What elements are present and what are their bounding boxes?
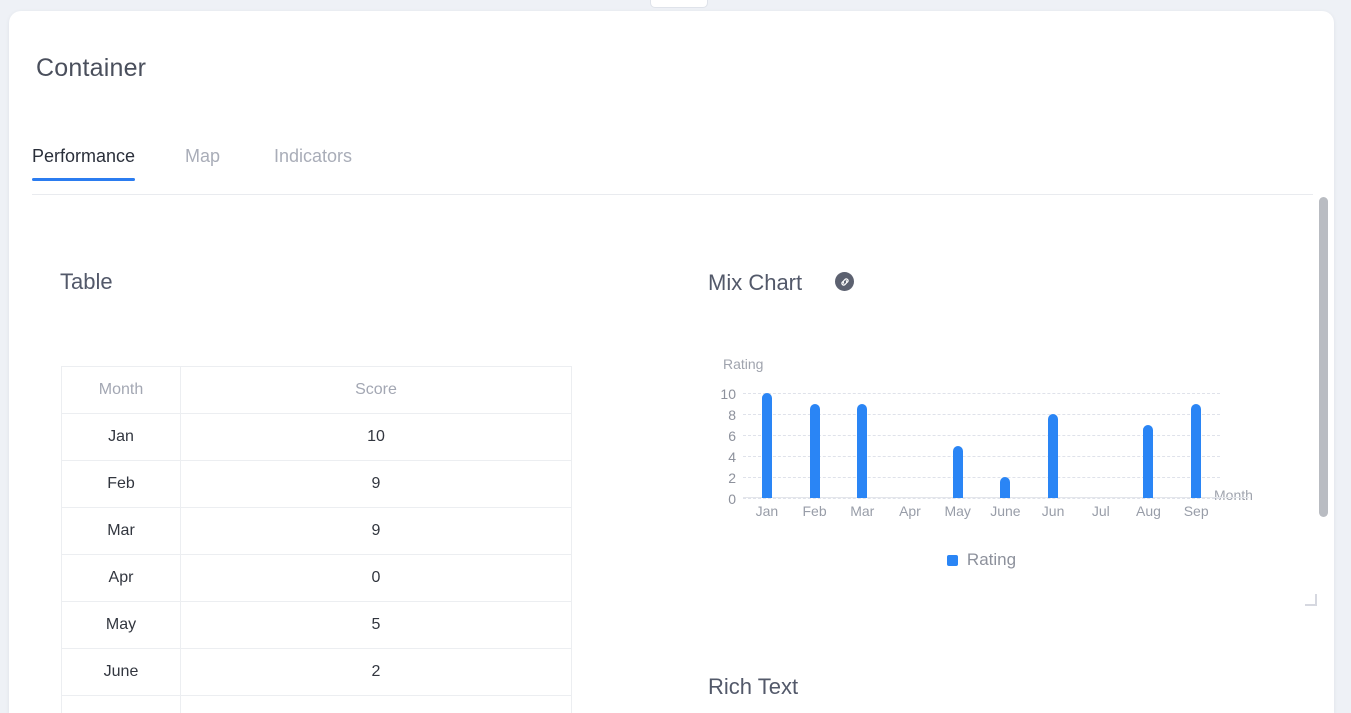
table-row[interactable]: May 5 bbox=[62, 602, 572, 649]
cell-score: 9 bbox=[181, 461, 572, 508]
bar[interactable] bbox=[1191, 404, 1201, 499]
cell-month: Jan bbox=[62, 414, 181, 461]
table-row[interactable]: Jan 10 bbox=[62, 414, 572, 461]
chart-legend[interactable]: Rating bbox=[709, 550, 1254, 570]
page-title: Container bbox=[36, 54, 146, 83]
cell-score: 2 bbox=[181, 649, 572, 696]
bar-column[interactable] bbox=[886, 393, 934, 498]
table-header-row: Month Score bbox=[62, 367, 572, 414]
column-header-score: Score bbox=[181, 367, 572, 414]
bar-column[interactable] bbox=[1077, 393, 1125, 498]
tab-bar: Performance Map Indicators bbox=[9, 146, 1313, 195]
y-axis-title: Rating bbox=[723, 356, 763, 372]
table-widget-title: Table bbox=[60, 269, 113, 295]
tab-performance[interactable]: Performance bbox=[32, 146, 135, 181]
bar[interactable] bbox=[1000, 477, 1010, 498]
cell-score bbox=[181, 696, 572, 713]
y-axis-tick-label: 0 bbox=[728, 491, 736, 507]
tab-map[interactable]: Map bbox=[185, 146, 220, 181]
bar[interactable] bbox=[810, 404, 820, 499]
tab-indicators[interactable]: Indicators bbox=[274, 146, 352, 181]
cell-month: Mar bbox=[62, 508, 181, 555]
bar[interactable] bbox=[762, 393, 772, 498]
table-body: Jan 10 Feb 9 Mar 9 Apr 0 May 5 bbox=[62, 414, 572, 713]
cell-month bbox=[62, 696, 181, 713]
richtext-widget-title: Rich Text bbox=[708, 674, 798, 700]
x-axis-tick-label: Jan bbox=[743, 503, 791, 519]
table-row[interactable]: June 2 bbox=[62, 649, 572, 696]
bar[interactable] bbox=[1143, 425, 1153, 499]
x-axis-tick-label: Feb bbox=[791, 503, 839, 519]
y-axis-tick-label: 2 bbox=[728, 470, 736, 486]
cell-month: Feb bbox=[62, 461, 181, 508]
bar[interactable] bbox=[857, 404, 867, 499]
y-axis-tick-label: 8 bbox=[728, 407, 736, 423]
vertical-scrollbar[interactable] bbox=[1319, 189, 1329, 711]
x-axis-tick-label: Sep bbox=[1172, 503, 1220, 519]
gridline: 0 bbox=[743, 498, 1220, 499]
link-icon[interactable] bbox=[835, 272, 854, 291]
y-axis-tick-label: 6 bbox=[728, 428, 736, 444]
legend-swatch-rating bbox=[947, 555, 958, 566]
bar[interactable] bbox=[1048, 414, 1058, 498]
x-axis-tick-label: Aug bbox=[1125, 503, 1173, 519]
table-row[interactable]: Feb 9 bbox=[62, 461, 572, 508]
resize-handle[interactable] bbox=[1305, 594, 1317, 606]
bar-column[interactable] bbox=[838, 393, 886, 498]
cell-month: June bbox=[62, 649, 181, 696]
plot-area: 1086420 bbox=[743, 393, 1220, 498]
x-axis-tick-label: June bbox=[982, 503, 1030, 519]
bar-column[interactable] bbox=[1125, 393, 1173, 498]
scrollbar-thumb[interactable] bbox=[1319, 197, 1328, 517]
mix-chart: Rating Month 1086420 JanFebMarAprMayJune… bbox=[709, 356, 1269, 581]
cell-month: Apr bbox=[62, 555, 181, 602]
column-header-month: Month bbox=[62, 367, 181, 414]
x-axis-tick-labels: JanFebMarAprMayJuneJunJulAugSep bbox=[743, 503, 1220, 519]
cell-score: 10 bbox=[181, 414, 572, 461]
bar-column[interactable] bbox=[1029, 393, 1077, 498]
top-clipped-pill[interactable] bbox=[650, 0, 708, 8]
bar-column[interactable] bbox=[982, 393, 1030, 498]
cell-score: 9 bbox=[181, 508, 572, 555]
bar-column[interactable] bbox=[934, 393, 982, 498]
cell-score: 5 bbox=[181, 602, 572, 649]
x-axis-tick-label: May bbox=[934, 503, 982, 519]
bar[interactable] bbox=[953, 446, 963, 499]
x-axis-tick-label: Jul bbox=[1077, 503, 1125, 519]
cell-month: May bbox=[62, 602, 181, 649]
chart-widget-title: Mix Chart bbox=[708, 270, 802, 296]
bar-column[interactable] bbox=[743, 393, 791, 498]
table-row[interactable]: Apr 0 bbox=[62, 555, 572, 602]
container-card: Container Performance Map Indicators Tab… bbox=[9, 11, 1334, 713]
x-axis-tick-label: Jun bbox=[1029, 503, 1077, 519]
table-row[interactable] bbox=[62, 696, 572, 713]
y-axis-tick-label: 4 bbox=[728, 449, 736, 465]
bar-column[interactable] bbox=[1172, 393, 1220, 498]
y-axis-tick-label: 10 bbox=[720, 386, 736, 402]
tab-bar-divider bbox=[32, 194, 1313, 195]
table-row[interactable]: Mar 9 bbox=[62, 508, 572, 555]
x-axis-tick-label: Apr bbox=[886, 503, 934, 519]
x-axis-tick-label: Mar bbox=[838, 503, 886, 519]
app-root: Container Performance Map Indicators Tab… bbox=[0, 0, 1351, 713]
bar-column[interactable] bbox=[791, 393, 839, 498]
cell-score: 0 bbox=[181, 555, 572, 602]
bar-series-rating bbox=[743, 393, 1220, 498]
legend-label-rating: Rating bbox=[967, 550, 1016, 570]
score-table: Month Score Jan 10 Feb 9 Mar 9 Apr bbox=[61, 366, 572, 713]
